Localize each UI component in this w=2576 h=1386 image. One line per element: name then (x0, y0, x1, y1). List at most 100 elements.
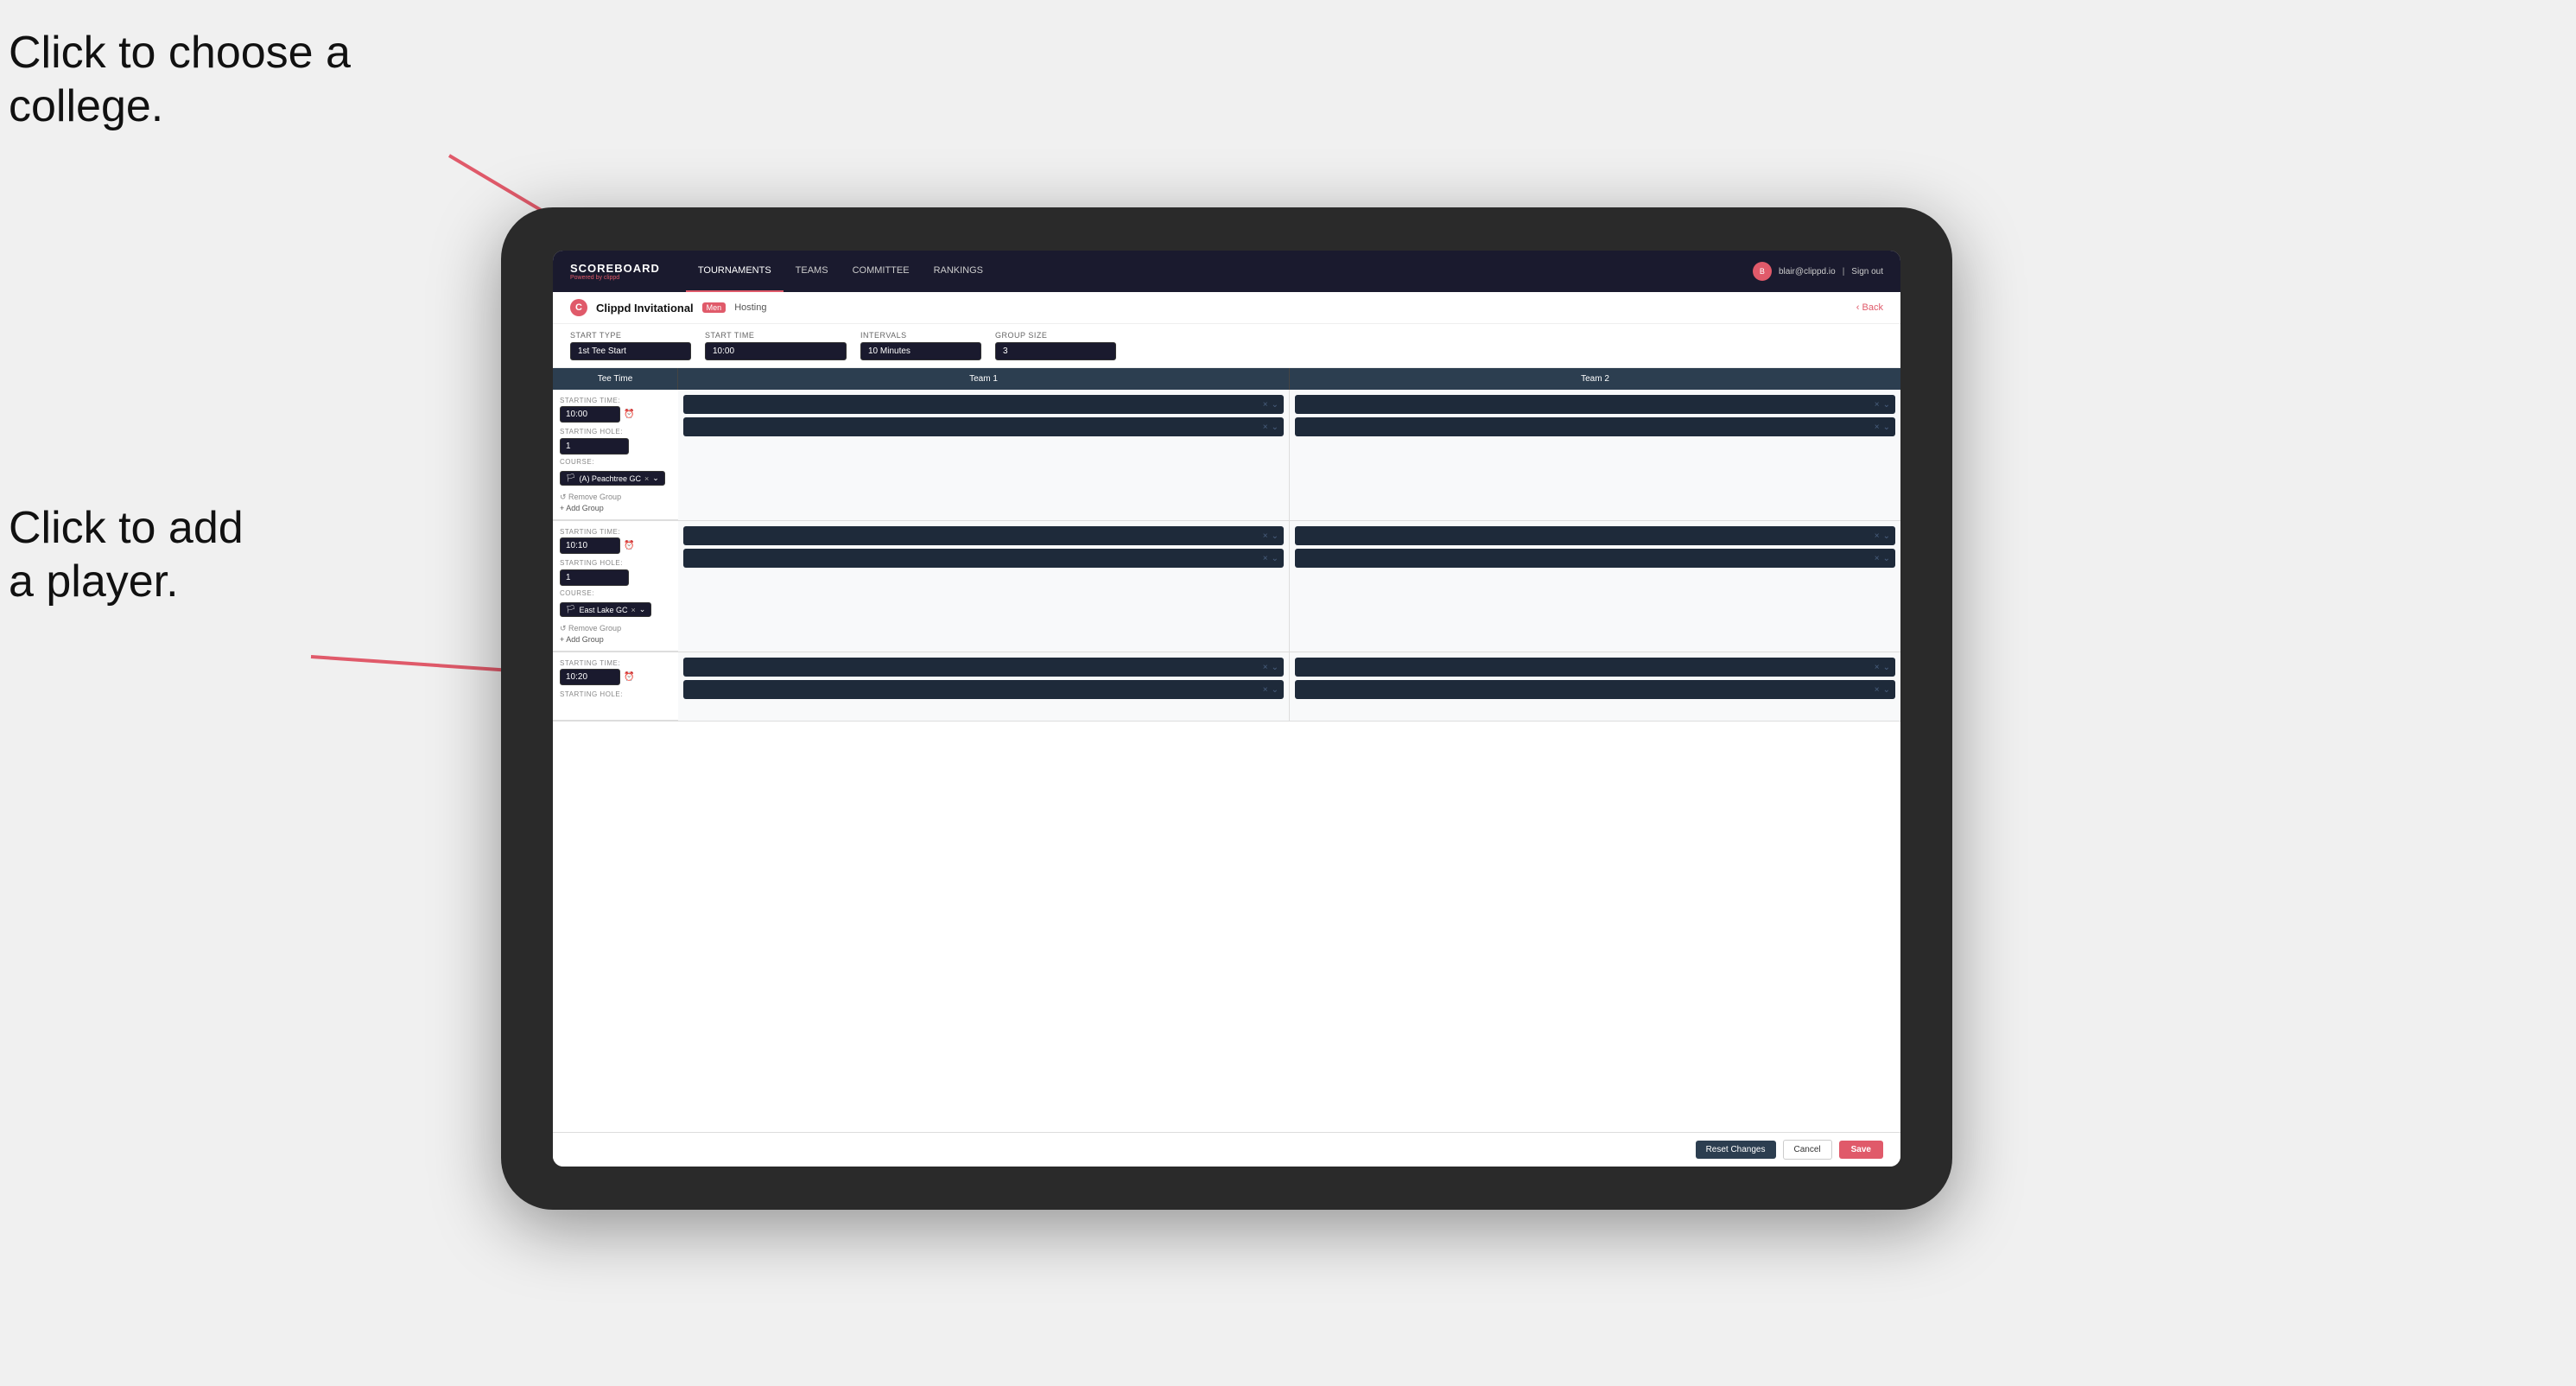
player-slot-6-1[interactable]: ×⌄ (1295, 658, 1895, 677)
team1-col-3: ×⌄ ×⌄ (678, 652, 1290, 721)
slot-x-icon-2-2[interactable]: × (1875, 423, 1880, 432)
slot-chevron-icon-5-2[interactable]: ⌄ (1272, 685, 1278, 695)
course-flag-icon-1: 🏳 (566, 474, 575, 483)
slot-chevron-icon-4-2[interactable]: ⌄ (1883, 554, 1890, 563)
group-size-select[interactable]: 3 (995, 342, 1116, 360)
remove-course-x-1[interactable]: × (644, 474, 649, 483)
form-row: Start Type 1st Tee Start Start Time Inte… (553, 324, 1900, 368)
group-size-label: Group Size (995, 331, 1116, 340)
slot-x-icon-5-2[interactable]: × (1263, 685, 1268, 695)
team2-col-1: × ⌄ × ⌄ (1290, 390, 1900, 520)
slot-x-icon-3-2[interactable]: × (1263, 554, 1268, 563)
player-slot-2-2[interactable]: × ⌄ (1295, 417, 1895, 436)
start-type-field: Start Type 1st Tee Start (570, 331, 691, 360)
player-slot-3-1[interactable]: ×⌄ (683, 526, 1284, 545)
slot-chevron-icon-3-2[interactable]: ⌄ (1272, 554, 1278, 563)
nav-teams[interactable]: TEAMS (784, 251, 841, 292)
nav-rankings[interactable]: RANKINGS (922, 251, 995, 292)
slot-chevron-icon-2-1[interactable]: ⌄ (1883, 400, 1890, 410)
start-time-field: Start Time (705, 331, 847, 360)
slot-x-icon-4-1[interactable]: × (1875, 531, 1880, 541)
header-right: B blair@clippd.io | Sign out (1753, 262, 1883, 281)
slot-chevron-icon-6-1[interactable]: ⌄ (1883, 663, 1890, 672)
time-input-2[interactable] (560, 537, 620, 554)
team2-col-3: ×⌄ ×⌄ (1290, 652, 1900, 721)
avatar: B (1753, 262, 1772, 281)
course-label-2: COURSE: (560, 589, 671, 597)
course-label-1: COURSE: (560, 458, 671, 466)
slot-x-icon-6-2[interactable]: × (1875, 685, 1880, 695)
slot-controls-2-1: × ⌄ (1875, 400, 1890, 410)
slot-controls-2-2: × ⌄ (1875, 423, 1890, 432)
slot-x-icon-5-1[interactable]: × (1263, 663, 1268, 672)
add-group-link-1[interactable]: + Add Group (560, 504, 671, 512)
start-time-input[interactable] (705, 342, 847, 360)
player-slot-3-2[interactable]: ×⌄ (683, 549, 1284, 568)
add-group-link-2[interactable]: + Add Group (560, 635, 671, 644)
cancel-button[interactable]: Cancel (1783, 1140, 1832, 1160)
hole-select-2[interactable]: 1 (560, 569, 629, 586)
starting-hole-label-3: STARTING HOLE: (560, 690, 671, 698)
slot-chevron-icon-2-2[interactable]: ⌄ (1883, 423, 1890, 432)
start-time-label: Start Time (705, 331, 847, 340)
course-chevron-1[interactable]: ⌄ (652, 474, 659, 483)
course-section-1: 🏳 (A) Peachtree GC × ⌄ (560, 469, 671, 489)
clock-icon-2: ⏰ (624, 541, 634, 550)
hosting-label: Hosting (734, 302, 766, 313)
sign-out-link[interactable]: Sign out (1851, 267, 1883, 277)
slot-x-icon-1-2[interactable]: × (1263, 423, 1268, 432)
annotation-choose-college: Click to choose a college. (9, 26, 351, 134)
slot-chevron-icon-6-2[interactable]: ⌄ (1883, 685, 1890, 695)
intervals-select[interactable]: 10 Minutes (860, 342, 981, 360)
nav-tournaments[interactable]: TOURNAMENTS (686, 251, 784, 292)
start-type-select[interactable]: 1st Tee Start (570, 342, 691, 360)
starting-time-label-3: STARTING TIME: (560, 659, 671, 667)
tablet-frame: SCOREBOARD Powered by clippd TOURNAMENTS… (501, 207, 1952, 1210)
time-input-1[interactable] (560, 406, 620, 423)
time-input-3[interactable] (560, 669, 620, 685)
slot-x-icon-3-1[interactable]: × (1263, 531, 1268, 541)
table-body: STARTING TIME: ⏰ STARTING HOLE: 1 COURSE… (553, 390, 1900, 1132)
remove-group-link-2[interactable]: ↺ Remove Group (560, 624, 671, 633)
slot-chevron-icon-4-1[interactable]: ⌄ (1883, 531, 1890, 541)
nav-committee[interactable]: COMMITTEE (841, 251, 922, 292)
save-button[interactable]: Save (1839, 1141, 1883, 1159)
team2-col-2: ×⌄ ×⌄ (1290, 521, 1900, 652)
course-chevron-2[interactable]: ⌄ (639, 605, 646, 614)
slot-chevron-icon-1-1[interactable]: ⌄ (1272, 400, 1278, 410)
slot-x-icon-6-1[interactable]: × (1875, 663, 1880, 672)
starting-hole-label-2: STARTING HOLE: (560, 559, 671, 567)
slot-x-icon-4-2[interactable]: × (1875, 554, 1880, 563)
remove-group-link-1[interactable]: ↺ Remove Group (560, 493, 671, 502)
slot-chevron-icon-3-1[interactable]: ⌄ (1272, 531, 1278, 541)
player-slot-6-2[interactable]: ×⌄ (1295, 680, 1895, 699)
slot-x-icon-1-1[interactable]: × (1263, 400, 1268, 410)
player-slot-5-1[interactable]: ×⌄ (683, 658, 1284, 677)
course-tag-2: 🏳 East Lake GC × ⌄ (560, 602, 651, 617)
player-slot-2-1[interactable]: × ⌄ (1295, 395, 1895, 414)
hole-select-1[interactable]: 1 (560, 438, 629, 455)
time-row-1: ⏰ (560, 406, 671, 423)
player-slot-1-1[interactable]: × ⌄ (683, 395, 1284, 414)
action-links-1: ↺ Remove Group + Add Group (560, 493, 671, 512)
slot-x-icon-2-1[interactable]: × (1875, 400, 1880, 410)
slot-chevron-icon-1-2[interactable]: ⌄ (1272, 423, 1278, 432)
intervals-label: Intervals (860, 331, 981, 340)
remove-course-x-2[interactable]: × (631, 606, 635, 614)
player-slot-5-2[interactable]: ×⌄ (683, 680, 1284, 699)
reset-changes-button[interactable]: Reset Changes (1696, 1141, 1776, 1159)
course-tag-1: 🏳 (A) Peachtree GC × ⌄ (560, 471, 665, 486)
nav-items: TOURNAMENTS TEAMS COMMITTEE RANKINGS (686, 251, 1753, 292)
player-slot-1-2[interactable]: × ⌄ (683, 417, 1284, 436)
col-team2: Team 2 (1290, 368, 1900, 390)
app-header: SCOREBOARD Powered by clippd TOURNAMENTS… (553, 251, 1900, 292)
time-row-2: ⏰ (560, 537, 671, 554)
tee-left-1: STARTING TIME: ⏰ STARTING HOLE: 1 COURSE… (553, 390, 678, 520)
action-links-2: ↺ Remove Group + Add Group (560, 624, 671, 644)
player-slot-4-2[interactable]: ×⌄ (1295, 549, 1895, 568)
tee-row-2: STARTING TIME: ⏰ STARTING HOLE: 1 COURSE… (553, 521, 1900, 652)
slot-chevron-icon-5-1[interactable]: ⌄ (1272, 663, 1278, 672)
team1-col-1: × ⌄ × ⌄ (678, 390, 1290, 520)
back-button[interactable]: ‹ Back (1856, 302, 1883, 313)
player-slot-4-1[interactable]: ×⌄ (1295, 526, 1895, 545)
